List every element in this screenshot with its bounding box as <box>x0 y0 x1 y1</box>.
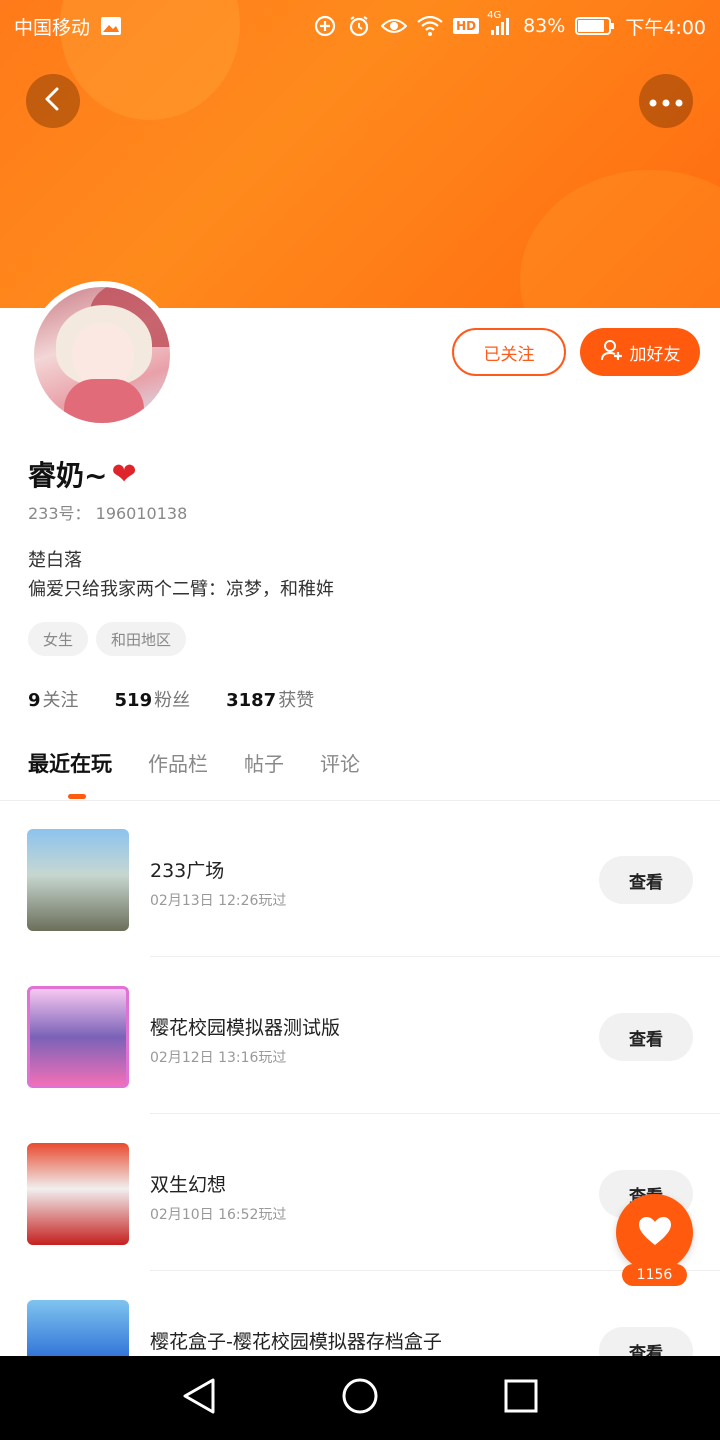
gender-tag: 女生 <box>28 622 89 656</box>
tab-works[interactable]: 作品栏 <box>148 748 208 778</box>
more-button[interactable] <box>639 74 693 128</box>
tab-posts[interactable]: 帖子 <box>244 748 284 778</box>
list-item[interactable]: 双生幻想 02月10日 16:52玩过 查看 <box>0 1114 720 1271</box>
profile-tags: 女生 和田地区 <box>28 622 187 656</box>
clock: 下午4:00 <box>625 16 706 39</box>
chevron-left-icon <box>42 86 64 116</box>
battery-percent: 83% <box>523 15 566 37</box>
add-user-icon <box>600 338 624 367</box>
list-item[interactable]: 233广场 02月13日 12:26玩过 查看 <box>0 800 720 957</box>
fans-stat[interactable]: 519 粉丝 <box>115 686 191 712</box>
following-stat[interactable]: 9 关注 <box>28 686 79 712</box>
tab-recent-play[interactable]: 最近在玩 <box>28 748 112 799</box>
list-item[interactable]: 樱花校园模拟器测试版 02月12日 13:16玩过 查看 <box>0 957 720 1114</box>
image-icon <box>100 16 122 36</box>
game-title: 樱花校园模拟器测试版 <box>150 1017 341 1039</box>
followed-label: 已关注 <box>483 344 535 365</box>
uid-value: 196010138 <box>95 504 188 523</box>
back-nav-button[interactable] <box>181 1376 217 1420</box>
wifi-icon <box>417 16 443 36</box>
like-button[interactable] <box>616 1194 693 1271</box>
game-title: 233广场 <box>150 860 225 882</box>
like-count: 1156 <box>622 1264 687 1286</box>
game-time: 02月13日 12:26玩过 <box>150 893 287 909</box>
likes-stat: 3187 获赞 <box>226 690 315 711</box>
game-time: 02月10日 16:52玩过 <box>150 1207 287 1223</box>
heart-emoji-icon: ❤ <box>111 456 137 492</box>
username: 睿奶~ ❤ <box>28 454 137 494</box>
back-button[interactable] <box>26 74 80 128</box>
home-nav-button[interactable] <box>340 1376 380 1420</box>
game-title: 樱花盒子-樱花校园模拟器存档盒子 <box>150 1331 442 1353</box>
data-saver-icon <box>313 14 337 38</box>
view-button[interactable]: 查看 <box>599 1013 693 1061</box>
eye-icon <box>381 16 408 36</box>
profile-tabs: 最近在玩 作品栏 帖子 评论 <box>28 748 360 799</box>
game-icon <box>27 1143 129 1245</box>
heart-icon <box>638 1216 672 1250</box>
add-friend-label: 加好友 <box>629 344 681 365</box>
view-button[interactable]: 查看 <box>599 856 693 904</box>
followed-button[interactable]: 已关注 <box>452 328 566 376</box>
user-id: 233号： 196010138 <box>28 500 187 524</box>
alarm-icon <box>347 14 371 38</box>
bio-line: 楚白落 <box>28 550 82 571</box>
hd-badge: HD <box>453 18 480 34</box>
username-text: 睿奶~ <box>28 459 108 492</box>
uid-label: 233号： <box>28 504 91 523</box>
carrier-label: 中国移动 <box>14 16 91 39</box>
game-icon <box>27 986 129 1088</box>
banner-decoration <box>520 170 720 308</box>
tab-comments[interactable]: 评论 <box>320 748 360 778</box>
avatar[interactable] <box>28 281 176 429</box>
system-nav-bar <box>0 1356 720 1440</box>
game-title: 双生幻想 <box>150 1174 227 1196</box>
recents-nav-button[interactable] <box>503 1378 539 1418</box>
bio: 楚白落 偏爱只给我家两个二臂：凉梦，和稚姩 <box>28 546 334 604</box>
avatar-image <box>34 287 170 423</box>
game-time: 02月12日 13:16玩过 <box>150 1050 287 1066</box>
more-dots-icon <box>649 92 683 111</box>
region-tag: 和田地区 <box>96 622 187 656</box>
status-bar: 中国移动 HD 4G 83% 下午4:00 <box>0 0 720 52</box>
game-icon <box>27 829 129 931</box>
signal-icon: 4G <box>487 10 513 36</box>
battery-icon <box>575 16 615 36</box>
bio-line: 偏爱只给我家两个二臂：凉梦，和稚姩 <box>28 579 334 600</box>
add-friend-button[interactable]: 加好友 <box>580 328 700 376</box>
profile-stats: 9 关注 519 粉丝 3187 获赞 <box>28 686 314 712</box>
